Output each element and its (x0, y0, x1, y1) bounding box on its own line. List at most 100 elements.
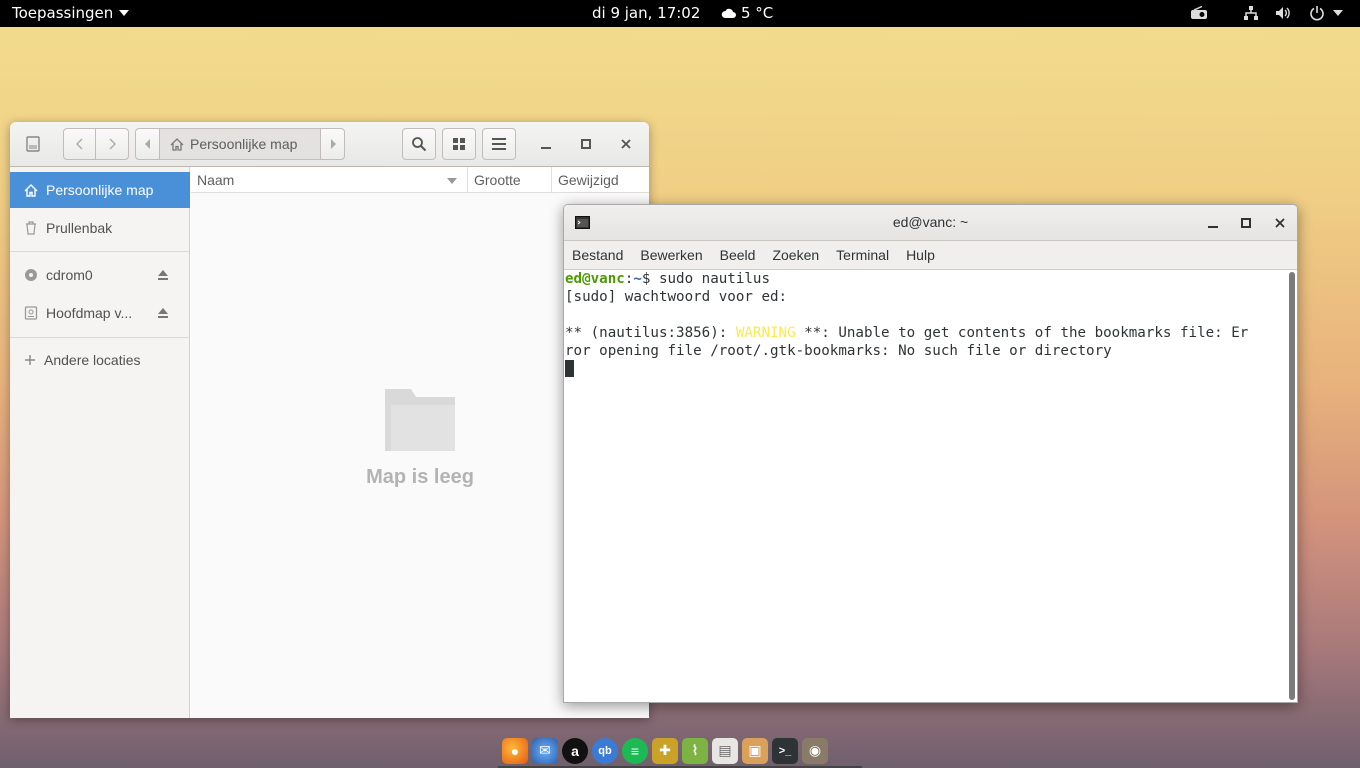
home-icon (24, 183, 38, 197)
thunderbird-icon[interactable]: ✉ (532, 737, 558, 764)
menu-bestand[interactable]: Bestand (572, 241, 631, 269)
sidebar-item-cdrom[interactable]: cdrom0 (10, 257, 190, 293)
triangle-right-icon (330, 139, 336, 149)
eject-icon[interactable] (156, 268, 170, 282)
hamburger-icon (492, 138, 506, 150)
file-manager-headerbar: Persoonlijke map (10, 122, 649, 167)
volume-icon[interactable] (1274, 4, 1292, 22)
eject-icon[interactable] (156, 306, 170, 320)
minimize-button[interactable] (1204, 214, 1222, 232)
sidebar-item-home[interactable]: Persoonlijke map (10, 172, 190, 208)
warning-keyword: WARNING (735, 325, 796, 341)
maximize-icon (581, 139, 591, 149)
terminal-line: [sudo] wachtwoord voor ed: (565, 289, 788, 305)
terminal-line: ror opening file /root/.gtk-bookmarks: N… (565, 343, 1112, 359)
radio-icon[interactable] (1190, 4, 1208, 22)
history-nav (63, 128, 129, 160)
triangle-left-icon (144, 139, 150, 149)
forward-button[interactable] (96, 129, 128, 159)
applications-label: Toepassingen (12, 4, 114, 22)
path-scroll-left[interactable] (136, 129, 160, 159)
menu-beeld[interactable]: Beeld (720, 241, 764, 269)
cloud-icon (721, 8, 736, 18)
sidebar-item-label: Prullenbak (46, 220, 113, 236)
menu-button[interactable] (482, 128, 516, 160)
column-header-modified[interactable]: Gewijzigd (552, 167, 649, 193)
file-manager-window: Persoonlijke map Persoonlijke map Prulle… (10, 122, 649, 718)
drive-icon (24, 306, 38, 320)
column-name-label: Naam (197, 172, 235, 188)
terminal-window: ed@vanc: ~ Bestand Bewerken Beeld Zoeken… (563, 204, 1298, 703)
firefox-icon[interactable]: ● (502, 737, 528, 764)
minimize-icon (541, 147, 551, 149)
chevron-down-icon (1333, 10, 1343, 16)
weather-temp: 5 °C (741, 4, 774, 22)
network-icon[interactable] (1242, 4, 1260, 22)
maximize-icon (1241, 218, 1251, 228)
path-home-button[interactable]: Persoonlijke map (160, 129, 320, 159)
puzzle-icon[interactable]: ✚ (652, 737, 678, 764)
qbittorrent-icon[interactable]: qb (592, 737, 618, 764)
sidebar-item-drive[interactable]: Hoofdmap v... (10, 295, 190, 331)
clock[interactable]: di 9 jan, 17:02 (592, 4, 700, 22)
sidebar-separator (10, 337, 190, 338)
chevron-left-icon (75, 138, 82, 150)
sidebar-item-label: Persoonlijke map (46, 182, 154, 198)
drive-icon[interactable] (22, 128, 44, 160)
sidebar-item-label: cdrom0 (46, 267, 93, 283)
applications-menu[interactable]: Toepassingen (12, 4, 130, 22)
gimp-icon[interactable]: ◉ (802, 737, 828, 764)
terminal-line: ** (nautilus:3856): WARNING **: Unable t… (565, 324, 1285, 342)
warning-message: **: Unable to get contents of the bookma… (795, 325, 1249, 341)
archive-icon[interactable]: ▣ (742, 737, 768, 764)
terminal-line: ed@vanc:~$ sudo nautilus (565, 270, 1285, 288)
sidebar-item-other-locations[interactable]: Andere locaties (10, 342, 190, 378)
terminal-output[interactable]: ed@vanc:~$ sudo nautilus [sudo] wachtwoor… (564, 270, 1285, 702)
rss-icon[interactable]: ⌇ (682, 737, 708, 764)
terminal-icon[interactable]: >_ (772, 737, 798, 764)
maximize-button[interactable] (576, 128, 596, 160)
column-size-label: Grootte (474, 172, 521, 188)
power-icon[interactable] (1306, 4, 1346, 22)
sidebar-item-label: Andere locaties (44, 352, 141, 368)
home-icon (170, 137, 184, 151)
plus-icon (25, 355, 35, 365)
close-button[interactable] (1271, 214, 1289, 232)
folder-icon (385, 389, 455, 451)
back-button[interactable] (64, 129, 97, 159)
warning-prefix: ** (nautilus:3856): (565, 325, 736, 341)
terminal-line (565, 360, 1285, 378)
terminal-titlebar[interactable]: ed@vanc: ~ (564, 205, 1297, 241)
prompt-path: ~ (633, 271, 642, 287)
close-button[interactable] (616, 128, 636, 160)
path-scroll-right[interactable] (320, 129, 344, 159)
terminal-menubar: Bestand Bewerken Beeld Zoeken Terminal H… (564, 241, 1297, 270)
sidebar-item-trash[interactable]: Prullenbak (10, 210, 190, 246)
close-icon (621, 139, 631, 149)
menu-zoeken[interactable]: Zoeken (772, 241, 827, 269)
column-header-name[interactable]: Naam (191, 167, 468, 193)
terminal-scrollbar[interactable] (1289, 272, 1295, 700)
menu-hulp[interactable]: Hulp (906, 241, 943, 269)
column-header-size[interactable]: Grootte (468, 167, 552, 193)
sort-down-icon (447, 178, 457, 184)
minimize-button[interactable] (536, 128, 556, 160)
weather-indicator[interactable]: 5 °C (721, 4, 773, 22)
grid-view-button[interactable] (442, 128, 476, 160)
menu-bewerken[interactable]: Bewerken (640, 241, 710, 269)
menu-terminal[interactable]: Terminal (836, 241, 897, 269)
places-sidebar: Persoonlijke map Prullenbak cdrom0 Hoofd… (10, 167, 190, 718)
terminal-title: ed@vanc: ~ (892, 214, 969, 230)
search-button[interactable] (402, 128, 436, 160)
trash-icon (26, 221, 36, 235)
maximize-button[interactable] (1237, 214, 1255, 232)
spotify-icon[interactable]: ≡ (622, 737, 648, 764)
files-icon[interactable]: ▤ (712, 737, 738, 764)
top-bar: Toepassingen di 9 jan, 17:02 5 °C (0, 0, 1360, 27)
amazon-icon[interactable]: a (562, 737, 588, 764)
close-icon (1275, 218, 1285, 228)
minimize-icon (1208, 226, 1218, 228)
system-tray (1190, 4, 1346, 22)
path-label: Persoonlijke map (190, 136, 298, 152)
